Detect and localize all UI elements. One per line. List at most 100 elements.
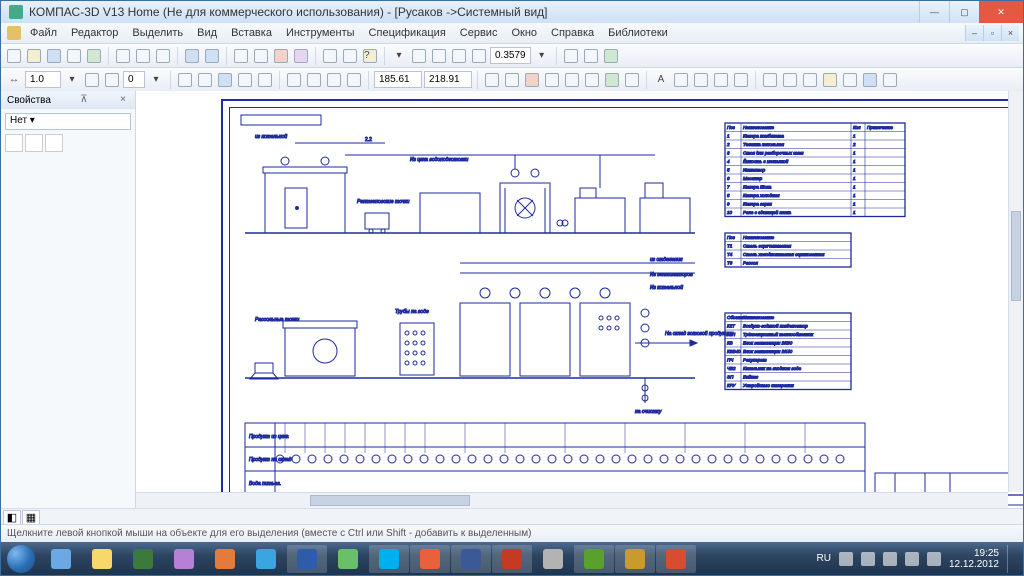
snap-button[interactable] — [256, 71, 274, 89]
task-item[interactable] — [533, 545, 573, 573]
view-tab[interactable]: ◧ — [3, 510, 21, 524]
layer-field[interactable]: 0 — [123, 71, 145, 88]
drawing-canvas[interactable]: из котельной 2.2 Рентгеновские точки Из … — [136, 91, 1023, 508]
task-item[interactable] — [287, 545, 327, 573]
tool-button[interactable] — [341, 47, 359, 65]
snap-button[interactable] — [196, 71, 214, 89]
task-item[interactable] — [205, 545, 245, 573]
chevron-down-icon[interactable]: ▾ — [147, 71, 165, 89]
task-item[interactable] — [451, 545, 491, 573]
misc-button[interactable] — [761, 71, 779, 89]
snap-button[interactable] — [236, 71, 254, 89]
scrollbar-horizontal[interactable] — [136, 492, 1008, 508]
menu-help[interactable]: Справка — [544, 25, 601, 41]
scale-field[interactable]: 1.0 — [25, 71, 61, 88]
text-button[interactable]: A — [652, 71, 670, 89]
dim-button[interactable] — [325, 71, 343, 89]
task-item[interactable] — [492, 545, 532, 573]
layer-button[interactable] — [103, 71, 121, 89]
menu-view[interactable]: Вид — [190, 25, 224, 41]
doc-close-button[interactable]: × — [1001, 25, 1019, 41]
doc-restore-button[interactable]: ▫ — [983, 25, 1001, 41]
rotate-button[interactable] — [582, 47, 600, 65]
panel-tab[interactable] — [5, 134, 23, 152]
tray-icon[interactable] — [927, 552, 941, 566]
new-button[interactable] — [5, 47, 23, 65]
redo-button[interactable] — [203, 47, 221, 65]
refresh-button[interactable] — [602, 47, 620, 65]
misc-button[interactable] — [781, 71, 799, 89]
panel-close-icon[interactable]: × — [117, 94, 129, 106]
tool-button[interactable] — [321, 47, 339, 65]
task-item[interactable] — [164, 545, 204, 573]
misc-button[interactable] — [861, 71, 879, 89]
menu-insert[interactable]: Вставка — [224, 25, 279, 41]
arrow-icon[interactable]: ▾ — [390, 47, 408, 65]
misc-button[interactable] — [801, 71, 819, 89]
chevron-down-icon[interactable]: ▾ — [533, 47, 551, 65]
open-button[interactable] — [25, 47, 43, 65]
task-item[interactable] — [41, 545, 81, 573]
chevron-down-icon[interactable]: ▾ — [63, 71, 81, 89]
copy-button[interactable] — [134, 47, 152, 65]
menu-window[interactable]: Окно — [504, 25, 544, 41]
tray-icon[interactable] — [861, 552, 875, 566]
tray-lang[interactable]: RU — [816, 553, 830, 564]
task-item[interactable] — [369, 545, 409, 573]
scrollbar-vertical[interactable] — [1008, 91, 1023, 492]
draw-button[interactable] — [543, 71, 561, 89]
menu-spec[interactable]: Спецификация — [362, 25, 453, 41]
layer-button[interactable] — [83, 71, 101, 89]
task-item[interactable] — [615, 545, 655, 573]
task-item[interactable] — [656, 545, 696, 573]
tray-icon[interactable] — [883, 552, 897, 566]
zoom-in-button[interactable] — [450, 47, 468, 65]
menu-editor[interactable]: Редактор — [64, 25, 125, 41]
draw-button[interactable] — [583, 71, 601, 89]
menu-select[interactable]: Выделить — [125, 25, 190, 41]
zoom-value[interactable]: 0.3579 — [490, 47, 531, 64]
style-button[interactable]: ↔ — [5, 71, 23, 89]
panel-pin-icon[interactable]: ⊼ — [78, 94, 90, 106]
start-button[interactable] — [1, 542, 41, 575]
task-item[interactable] — [246, 545, 286, 573]
doc-minimize-button[interactable]: – — [965, 25, 983, 41]
task-item[interactable] — [328, 545, 368, 573]
task-item[interactable] — [123, 545, 163, 573]
task-item[interactable] — [574, 545, 614, 573]
snap-button[interactable] — [176, 71, 194, 89]
zoom-fit-button[interactable] — [410, 47, 428, 65]
menu-lib[interactable]: Библиотеки — [601, 25, 675, 41]
dim-button[interactable] — [345, 71, 363, 89]
tray-clock[interactable]: 19:2512.12.2012 — [949, 548, 999, 570]
tray-icon[interactable] — [839, 552, 853, 566]
zoom-out-button[interactable] — [470, 47, 488, 65]
misc-button[interactable] — [841, 71, 859, 89]
dim-button[interactable] — [285, 71, 303, 89]
text-button[interactable] — [732, 71, 750, 89]
text-button[interactable] — [692, 71, 710, 89]
dim-button[interactable] — [305, 71, 323, 89]
tool-button[interactable] — [252, 47, 270, 65]
tool-button[interactable] — [292, 47, 310, 65]
draw-button[interactable] — [563, 71, 581, 89]
snap-button[interactable] — [216, 71, 234, 89]
task-item[interactable] — [410, 545, 450, 573]
misc-button[interactable] — [881, 71, 899, 89]
tool-button[interactable] — [272, 47, 290, 65]
close-button[interactable]: ✕ — [979, 1, 1023, 23]
maximize-button[interactable]: ▢ — [949, 1, 979, 23]
draw-button[interactable] — [603, 71, 621, 89]
tray-icon[interactable] — [905, 552, 919, 566]
text-button[interactable] — [672, 71, 690, 89]
preview-button[interactable] — [85, 47, 103, 65]
zoom-window-button[interactable] — [430, 47, 448, 65]
panel-tab[interactable] — [45, 134, 63, 152]
show-desktop-button[interactable] — [1007, 545, 1015, 573]
draw-button[interactable] — [523, 71, 541, 89]
pan-button[interactable] — [562, 47, 580, 65]
view-tab[interactable]: ▦ — [22, 510, 40, 524]
minimize-button[interactable]: — — [919, 1, 949, 23]
menu-tools[interactable]: Инструменты — [279, 25, 362, 41]
tool-button[interactable] — [232, 47, 250, 65]
